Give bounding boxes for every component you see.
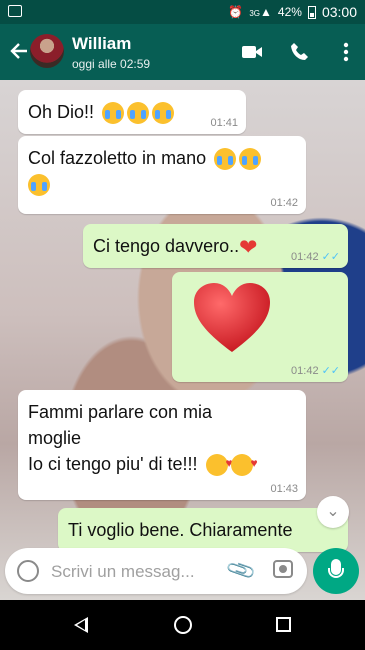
message-text: Io ci tengo piu' di te!!! [28,454,198,474]
voice-call-icon[interactable] [288,40,312,64]
battery-percent: 42% [277,5,302,19]
message-time: 01:42 [291,365,319,377]
nav-home-icon[interactable] [174,616,192,634]
chat-area[interactable]: Oh Dio!! 01:41 Col fazzoletto in mano 01… [0,80,365,600]
message-text: Col fazzoletto in mano [28,148,207,168]
crying-face-icon [28,174,50,197]
kiss-face-icon [230,450,258,477]
message-time: 01:43 [270,483,298,495]
nav-back-icon[interactable] [74,617,88,633]
back-arrow-icon[interactable] [8,40,30,62]
message-composer: 📎 [5,548,307,594]
message-bubble-outgoing[interactable]: Ci tengo davvero..❤ 01:42 ✓✓ [83,224,348,268]
message-time: 01:41 [210,117,238,129]
alarm-icon: ⏰ [228,5,244,19]
message-bubble-outgoing-heart[interactable]: 01:42 ✓✓ [172,272,348,382]
read-ticks-icon: ✓✓ [321,251,340,263]
camera-icon[interactable] [273,560,293,578]
message-text: Ci tengo davvero.. [93,236,240,256]
message-input[interactable] [49,558,221,586]
system-nav-bar [0,600,365,650]
crying-face-icon [127,102,150,125]
crying-face-icon [214,148,237,171]
message-bubble-incoming[interactable]: Fammi parlare con mia moglie Io ci tengo… [18,390,306,500]
image-notification-icon [8,5,22,17]
status-bar: ⏰ 3G▲ 42% 03:00 [0,0,365,24]
chat-header: William oggi alle 02:59 [0,24,365,80]
status-icons: ⏰ 3G▲ 42% 03:00 [228,4,357,20]
contact-name[interactable]: William [72,34,131,54]
kiss-face-icon [205,450,233,477]
message-text: Fammi parlare con mia [28,402,213,422]
message-time: 01:42 [270,197,298,209]
message-time: 01:42 [291,251,319,263]
message-text: Oh Dio!! [28,102,95,122]
red-heart-icon: ❤ [239,234,258,260]
more-options-icon[interactable] [334,40,358,64]
message-text: moglie [28,428,82,448]
message-bubble-incoming[interactable]: Oh Dio!! 01:41 [18,90,246,134]
message-bubble-incoming[interactable]: Col fazzoletto in mano 01:42 [18,136,306,214]
voice-record-button[interactable] [313,548,359,594]
nav-recents-icon[interactable] [276,617,291,632]
read-ticks-icon: ✓✓ [321,365,340,377]
crying-face-icon [152,102,175,125]
message-text: Ti voglio bene. Chiaramente [68,520,293,540]
crying-face-icon [239,148,262,171]
battery-icon [307,5,316,19]
video-call-icon[interactable] [240,40,264,64]
last-seen: oggi alle 02:59 [72,57,151,71]
attach-icon[interactable]: 📎 [224,553,258,587]
scroll-down-button[interactable]: ⌄ [317,496,349,528]
avatar[interactable] [30,34,64,68]
crying-face-icon [102,102,125,125]
clock: 03:00 [321,4,357,20]
emoji-icon[interactable] [17,560,39,582]
large-heart-icon [194,283,270,352]
message-bubble-outgoing[interactable]: Ti voglio bene. Chiaramente [58,508,348,552]
signal-icon: 3G▲ [249,5,272,19]
